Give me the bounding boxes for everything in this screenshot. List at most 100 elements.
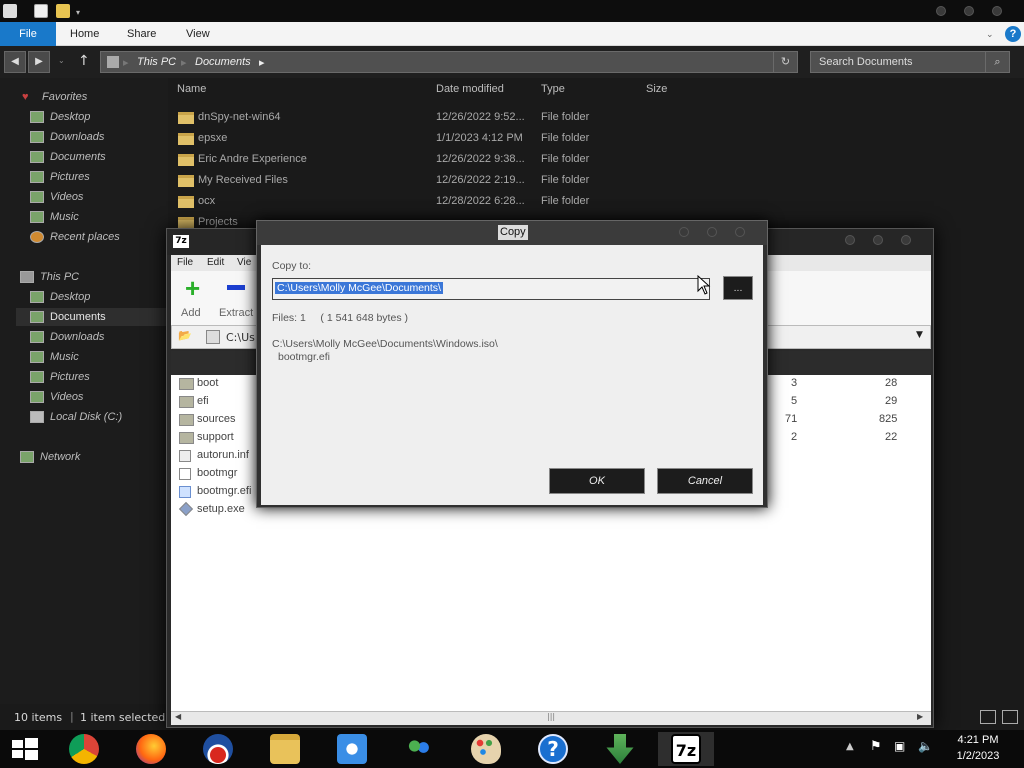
- tab-home[interactable]: Home: [70, 22, 99, 46]
- scroll-left-icon[interactable]: ◀: [175, 712, 181, 721]
- details-view-icon[interactable]: [980, 710, 996, 724]
- add-button[interactable]: + Add: [175, 275, 219, 321]
- nav-label: This PC: [40, 271, 80, 283]
- sun-app-icon[interactable]: [324, 732, 380, 766]
- windows-start-icon[interactable]: [0, 732, 56, 766]
- maximize-button[interactable]: [964, 6, 974, 16]
- this-pc-icon: [107, 56, 119, 68]
- zip-maximize-button[interactable]: [873, 235, 883, 245]
- download-icon[interactable]: [592, 732, 648, 766]
- path-dropdown-icon[interactable]: ▼: [916, 330, 923, 340]
- nav-fav-videos[interactable]: Videos: [30, 188, 164, 206]
- tab-file[interactable]: File: [0, 22, 56, 46]
- nav-fav-desktop[interactable]: Desktop: [30, 108, 164, 126]
- people-icon[interactable]: [391, 732, 447, 766]
- search-icon[interactable]: ⌕: [985, 52, 1009, 72]
- file-row[interactable]: epsxe 1/1/2023 4:12 PM File folder: [176, 129, 696, 149]
- minimize-button[interactable]: [936, 6, 946, 16]
- forward-button[interactable]: ▶: [28, 51, 50, 73]
- nav-fav-documents[interactable]: Documents: [30, 148, 164, 166]
- obama-logo-icon[interactable]: [190, 732, 246, 766]
- file-row[interactable]: dnSpy-net-win64 12/26/2022 9:52... File fo…: [176, 108, 696, 128]
- scroll-right-icon[interactable]: ▶: [917, 712, 923, 721]
- large-icons-view-icon[interactable]: [1002, 710, 1018, 724]
- help-icon[interactable]: ?: [525, 732, 581, 766]
- nav-fav-pictures[interactable]: Pictures: [30, 168, 164, 186]
- nav-pc-local-disk[interactable]: Local Disk (C:): [30, 408, 164, 426]
- properties-icon[interactable]: [34, 4, 48, 18]
- network-tray-icon[interactable]: ▣: [894, 739, 905, 753]
- menu-view[interactable]: Vie: [237, 257, 251, 268]
- copy-dialog: Copy Copy to: C:\Users\Molly McGee\Docum…: [256, 220, 768, 508]
- cancel-button[interactable]: Cancel: [657, 468, 753, 494]
- column-size[interactable]: Size: [646, 83, 667, 95]
- nav-fav-music[interactable]: Music: [30, 208, 164, 226]
- nav-this-pc[interactable]: This PC: [20, 268, 164, 286]
- column-date-modified[interactable]: Date modified: [436, 83, 504, 95]
- destination-path-input[interactable]: C:\Users\Molly McGee\Documents\: [272, 278, 710, 300]
- nav-pc-pictures[interactable]: Pictures: [30, 368, 164, 386]
- address-row: ◀ ▶ ⌄ ↑ ▸ This PC ▸ Documents ▸ ↻ Search…: [0, 46, 1024, 78]
- tab-view[interactable]: View: [186, 22, 210, 46]
- chrome-icon[interactable]: [56, 732, 112, 766]
- address-bar[interactable]: ▸ This PC ▸ Documents ▸ ↻: [100, 51, 798, 73]
- nav-pc-videos[interactable]: Videos: [30, 388, 164, 406]
- paint-icon[interactable]: [458, 732, 514, 766]
- volume-icon[interactable]: 🔈: [918, 739, 933, 753]
- ok-button[interactable]: OK: [549, 468, 645, 494]
- nav-pc-music[interactable]: Music: [30, 348, 164, 366]
- breadcrumb-documents[interactable]: Documents: [195, 56, 251, 68]
- nav-network[interactable]: Network: [20, 448, 164, 466]
- explorer-title-bar: ▾: [0, 0, 1024, 22]
- up-button[interactable]: ↑: [78, 53, 90, 69]
- new-folder-icon[interactable]: [56, 4, 70, 18]
- folder-up-icon[interactable]: 📂: [178, 329, 192, 342]
- help-icon[interactable]: ?: [1005, 26, 1021, 42]
- file-name: epsxe: [198, 132, 228, 144]
- nav-pc-desktop[interactable]: Desktop: [30, 288, 164, 306]
- firefox-icon[interactable]: [123, 732, 179, 766]
- scroll-thumb[interactable]: |||: [547, 712, 555, 721]
- column-name[interactable]: Name: [177, 83, 206, 95]
- refresh-icon[interactable]: ↻: [773, 52, 797, 72]
- tab-share[interactable]: Share: [127, 22, 156, 46]
- show-hidden-icons-icon[interactable]: ▲: [846, 741, 854, 752]
- windows-logo-icon: [12, 738, 38, 760]
- browse-button[interactable]: ...: [723, 276, 753, 300]
- clock[interactable]: 4:21 PM 1/2/2023: [940, 732, 1016, 764]
- file-row[interactable]: ocx 12/28/2022 6:28... File folder: [176, 192, 696, 212]
- action-center-flag-icon[interactable]: ⚑: [870, 739, 882, 754]
- nav-favorites[interactable]: ♥ Favorites: [22, 88, 162, 106]
- clock-time: 4:21 PM: [957, 734, 999, 746]
- nav-fav-recent-places[interactable]: Recent places: [30, 228, 164, 246]
- file-explorer-icon[interactable]: [257, 732, 313, 766]
- column-type[interactable]: Type: [541, 83, 565, 95]
- expand-ribbon-icon[interactable]: ⌄: [986, 22, 994, 46]
- dialog-title-bar: Copy: [257, 221, 767, 245]
- dialog-minimize-button[interactable]: [679, 227, 689, 237]
- dialog-maximize-button[interactable]: [707, 227, 717, 237]
- dialog-close-button[interactable]: [735, 227, 745, 237]
- folder-icon: [178, 196, 194, 208]
- item-name: autorun.inf: [197, 449, 249, 461]
- menu-file[interactable]: File: [177, 257, 193, 268]
- close-button[interactable]: [992, 6, 1002, 16]
- back-button[interactable]: ◀: [4, 51, 26, 73]
- nav-fav-downloads[interactable]: Downloads: [30, 128, 164, 146]
- file-row[interactable]: My Received Files 12/26/2022 2:19... File …: [176, 171, 696, 191]
- nav-pc-downloads[interactable]: Downloads: [30, 328, 164, 346]
- recent-locations-icon[interactable]: ⌄: [58, 56, 65, 65]
- zip-minimize-button[interactable]: [845, 235, 855, 245]
- star-icon: ♥: [22, 91, 29, 103]
- nav-label: Documents: [50, 311, 106, 323]
- file-row[interactable]: Eric Andre Experience 12/26/2022 9:38... F…: [176, 150, 696, 170]
- nav-pc-documents[interactable]: Documents: [16, 308, 166, 326]
- search-input[interactable]: Search Documents ⌕: [810, 51, 1010, 73]
- zip-close-button[interactable]: [901, 235, 911, 245]
- people-logo: [404, 734, 434, 764]
- 7zip-icon[interactable]: 7z: [658, 732, 714, 766]
- menu-edit[interactable]: Edit: [207, 257, 224, 268]
- breadcrumb-this-pc[interactable]: This PC: [137, 56, 176, 68]
- customize-quick-access-icon[interactable]: ▾: [76, 8, 84, 17]
- horizontal-scrollbar[interactable]: ◀ ||| ▶: [171, 711, 931, 725]
